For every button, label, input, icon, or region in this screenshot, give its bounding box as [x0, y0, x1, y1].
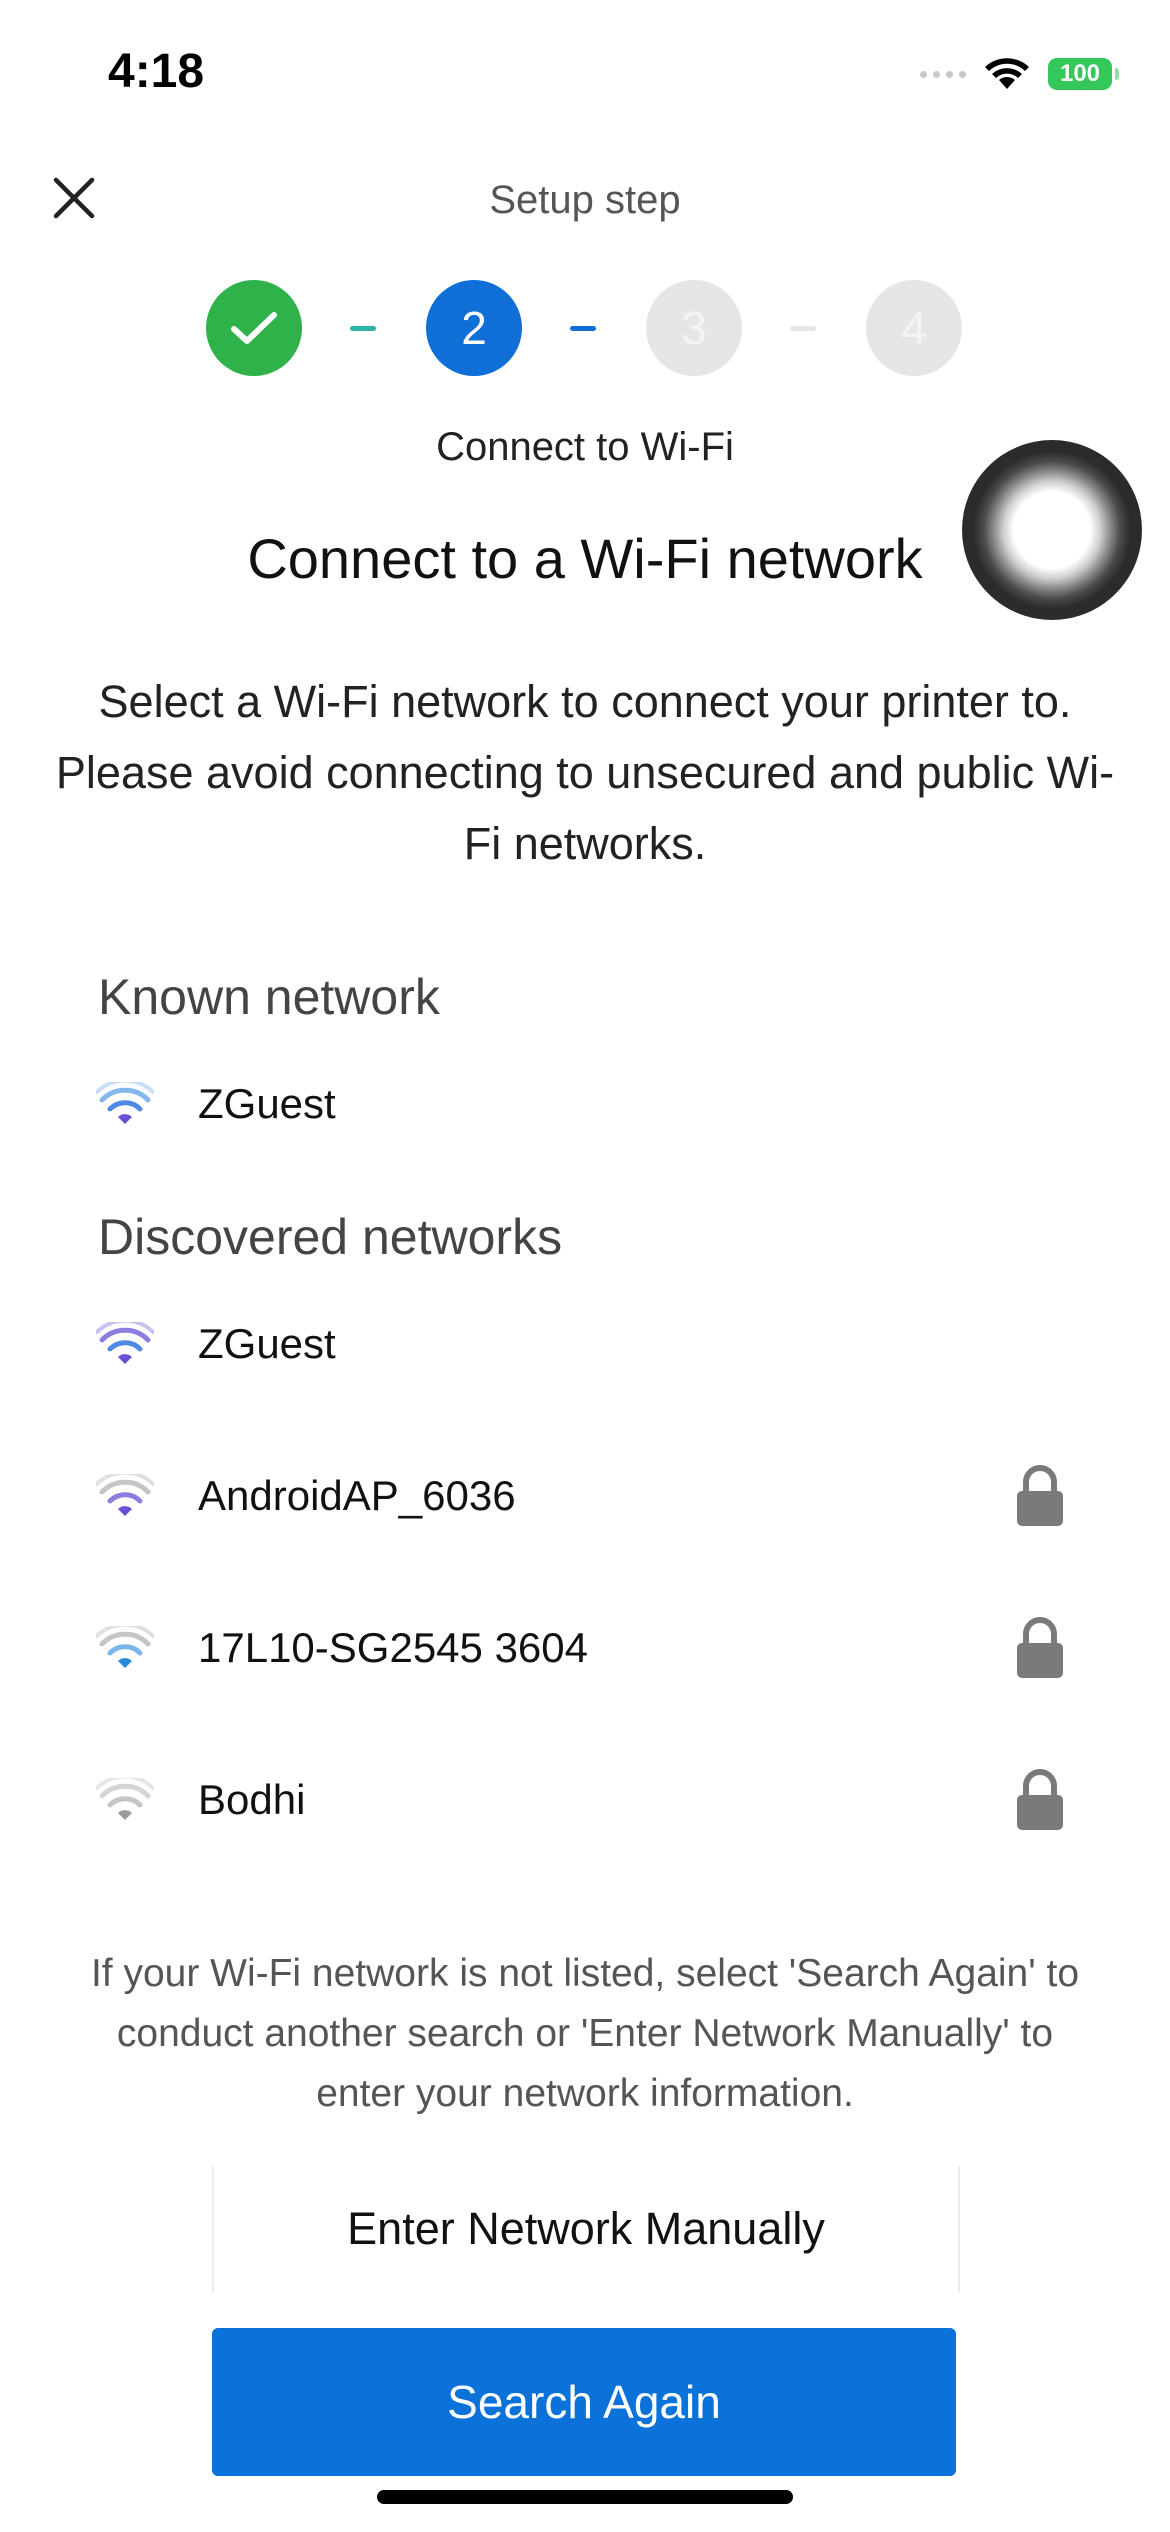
wifi-icon	[96, 1626, 154, 1668]
network-name: ZGuest	[198, 1080, 336, 1127]
status-time: 4:18	[108, 45, 205, 98]
discovered-network-item[interactable]: 17L10-SG2545 3604	[0, 1594, 1170, 1704]
discovered-network-item[interactable]: Bodhi	[0, 1746, 1170, 1856]
lock-icon	[1017, 1769, 1063, 1830]
discovered-networks-heading: Discovered networks	[98, 1209, 563, 1265]
wifi-setup-screen: 4:18 100 Setup step 2 3 4 Connect to Wi-…	[0, 0, 1170, 2532]
step-connector	[570, 326, 596, 331]
wifi-icon	[96, 1778, 154, 1820]
known-networks-heading: Known network	[98, 969, 440, 1025]
step-2-active: 2	[426, 280, 522, 376]
enter-network-manually-button[interactable]: Enter Network Manually	[212, 2166, 960, 2292]
network-name: ZGuest	[198, 1320, 336, 1367]
discovered-network-item[interactable]: AndroidAP_6036	[0, 1442, 1170, 1552]
cellular-dots-icon	[920, 70, 966, 78]
setup-stepper: 2 3 4	[0, 280, 1170, 378]
discovered-network-item[interactable]: ZGuest	[0, 1290, 1170, 1400]
step-3: 3	[646, 280, 742, 376]
lock-icon	[1017, 1617, 1063, 1678]
known-network-item[interactable]: ZGuest	[0, 1050, 1170, 1160]
battery-icon: 100	[1048, 58, 1119, 90]
page-description: Select a Wi-Fi network to connect your p…	[55, 676, 1115, 869]
wifi-icon	[96, 1474, 154, 1516]
wifi-icon	[985, 58, 1029, 89]
network-name: Bodhi	[198, 1776, 306, 1823]
network-name: 17L10-SG2545 3604	[198, 1624, 588, 1671]
home-indicator[interactable]	[377, 2490, 793, 2504]
header-title: Setup step	[489, 178, 681, 222]
battery-level: 100	[1059, 60, 1101, 87]
step-1-completed	[206, 280, 302, 376]
lock-icon	[1017, 1465, 1063, 1526]
help-text: If your Wi-Fi network is not listed, sel…	[90, 1952, 1080, 2115]
step-connector	[350, 326, 376, 331]
search-again-button[interactable]: Search Again	[212, 2328, 956, 2476]
touch-indicator	[962, 440, 1142, 620]
status-icons: 100	[920, 50, 1119, 98]
wifi-icon	[96, 1082, 154, 1124]
wifi-icon	[96, 1322, 154, 1364]
step-connector	[790, 326, 816, 331]
network-name: AndroidAP_6036	[198, 1472, 516, 1519]
checkmark-icon	[231, 312, 277, 344]
step-4: 4	[866, 280, 962, 376]
